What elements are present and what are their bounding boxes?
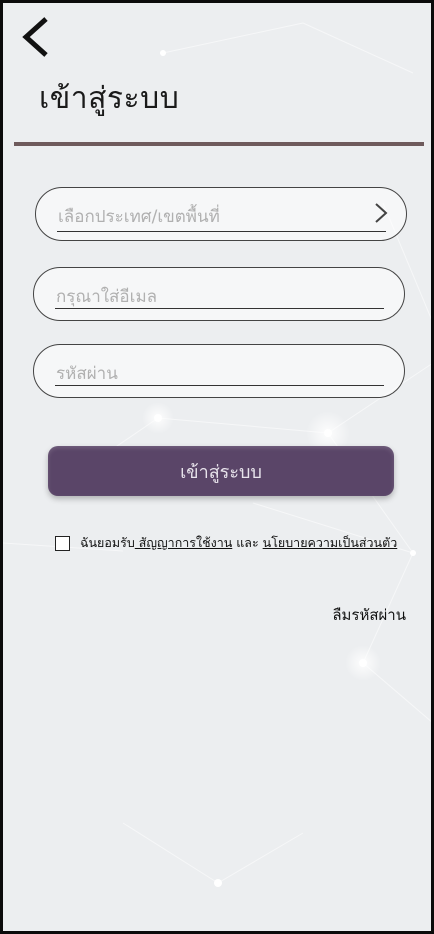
privacy-link[interactable]: นโยบายความเป็นส่วนตัว bbox=[263, 535, 398, 550]
chevron-right-icon bbox=[375, 203, 388, 223]
agree-checkbox[interactable] bbox=[55, 535, 70, 551]
chevron-left-icon bbox=[22, 17, 48, 57]
email-field[interactable]: กรุณาใส่อีเมล bbox=[33, 267, 405, 321]
agreement-prefix: ฉันยอมรับ bbox=[80, 535, 135, 550]
password-placeholder: รหัสผ่าน bbox=[56, 364, 118, 384]
email-placeholder: กรุณาใส่อีเมล bbox=[56, 287, 158, 307]
agreement-row: ฉันยอมรับ สัญญาการใช้งาน และ นโยบายความเ… bbox=[55, 533, 397, 553]
region-select[interactable]: เลือกประเทศ/เขตพื้นที่ bbox=[35, 187, 407, 241]
forgot-password-link[interactable]: ลืมรหัสผ่าน bbox=[332, 603, 406, 627]
password-field[interactable]: รหัสผ่าน bbox=[33, 344, 405, 398]
page-title: เข้าสู่ระบบ bbox=[39, 81, 180, 116]
header-divider bbox=[14, 142, 424, 146]
terms-link[interactable]: สัญญาการใช้งาน bbox=[135, 535, 233, 550]
login-button-label: เข้าสู่ระบบ bbox=[180, 461, 262, 483]
login-screen: เข้าสู่ระบบ เลือกประเทศ/เขตพื้นที่ กรุณา… bbox=[0, 0, 434, 934]
email-underline bbox=[55, 308, 384, 309]
region-underline bbox=[57, 231, 386, 232]
agreement-text: ฉันยอมรับ สัญญาการใช้งาน และ นโยบายความเ… bbox=[80, 533, 397, 553]
region-placeholder: เลือกประเทศ/เขตพื้นที่ bbox=[58, 207, 220, 227]
password-underline bbox=[55, 385, 384, 386]
back-button[interactable] bbox=[15, 13, 55, 61]
login-button[interactable]: เข้าสู่ระบบ bbox=[48, 446, 394, 496]
agreement-conjunction: และ bbox=[232, 535, 263, 550]
